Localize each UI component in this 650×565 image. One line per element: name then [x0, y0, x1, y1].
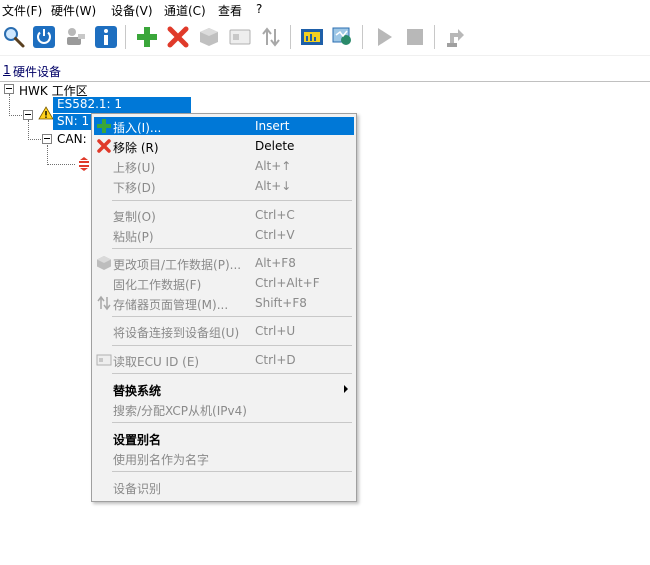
can-channel-icon — [79, 157, 89, 171]
menu-view[interactable]: 查看 — [218, 2, 242, 19]
id-card-icon[interactable] — [228, 25, 252, 49]
tab-label: 硬件设备 — [13, 65, 62, 79]
cube-icon — [97, 256, 111, 270]
toolbar — [0, 19, 650, 56]
menu-item-move-up[interactable]: 上移(U) Alt+↑ — [94, 157, 354, 175]
menu-separator — [112, 422, 352, 423]
menu-item-copy[interactable]: 复制(O) Ctrl+C — [94, 206, 354, 224]
device-scan-icon[interactable] — [331, 25, 355, 49]
menu-item-remove[interactable]: 移除 (R) Delete — [94, 137, 354, 155]
menu-item-change-project-data[interactable]: 更改项目/工作数据(P)... Alt+F8 — [94, 254, 354, 272]
menu-channel[interactable]: 通道(C) — [164, 2, 206, 19]
menu-item-connect-device-group[interactable]: 将设备连接到设备组(U) Ctrl+U — [94, 322, 354, 340]
collapse-toggle-root[interactable] — [4, 84, 14, 94]
settings-device-icon[interactable] — [444, 25, 468, 49]
up-down-icon — [97, 295, 111, 311]
menu-separator — [112, 373, 352, 374]
add-icon[interactable] — [135, 25, 159, 49]
collapse-toggle-can[interactable] — [42, 134, 52, 144]
menu-item-replace-system[interactable]: 替换系统 — [94, 380, 354, 398]
menu-item-memory-page-management[interactable]: 存储器页面管理(M)... Shift+F8 — [94, 294, 354, 312]
module-icon[interactable] — [197, 25, 221, 49]
menu-item-set-alias[interactable]: 设置别名 — [94, 429, 354, 447]
search-icon[interactable] — [2, 25, 26, 49]
menu-separator — [112, 248, 352, 249]
x-icon — [97, 139, 111, 153]
context-menu: 插入(I)... Insert 移除 (R) Delete 上移(U) Alt+… — [91, 113, 357, 502]
menu-item-search-assign-xcp[interactable]: 搜索/分配XCP从机(IPv4) — [94, 400, 354, 418]
menu-item-move-down[interactable]: 下移(D) Alt+↓ — [94, 177, 354, 195]
menu-separator — [112, 200, 352, 201]
menu-separator — [112, 316, 352, 317]
delete-icon[interactable] — [166, 25, 190, 49]
menu-item-read-ecu-id[interactable]: 读取ECU ID (E) Ctrl+D — [94, 351, 354, 369]
tree-node-can[interactable]: CAN: — [57, 132, 87, 146]
menu-item-use-alias-as-name[interactable]: 使用别名作为名字 — [94, 449, 354, 467]
tree-node-device[interactable]: ES582.1: 1 — [53, 97, 191, 113]
tab-hardware-devices[interactable]: 1 硬件设备 — [0, 61, 650, 82]
menu-device[interactable]: 设备(V) — [111, 2, 153, 19]
menu-bar: 文件(F) 硬件(W) 设备(V) 通道(C) 查看 ? — [0, 0, 650, 19]
stop-icon[interactable] — [403, 25, 427, 49]
power-icon[interactable] — [32, 25, 56, 49]
info-icon[interactable] — [94, 25, 118, 49]
plus-icon — [97, 119, 111, 133]
submenu-arrow-icon — [344, 385, 348, 393]
play-icon[interactable] — [372, 25, 396, 49]
menu-separator — [112, 471, 352, 472]
collapse-toggle-device[interactable] — [23, 110, 33, 120]
menu-help[interactable]: ? — [256, 2, 262, 16]
device-chart-icon[interactable] — [300, 25, 324, 49]
menu-hardware[interactable]: 硬件(W) — [51, 2, 96, 19]
menu-item-paste[interactable]: 粘贴(P) Ctrl+V — [94, 226, 354, 244]
menu-item-device-identification[interactable]: 设备识别 — [94, 478, 354, 496]
id-icon — [96, 354, 112, 366]
tree-node-sn[interactable]: SN: 1 — [53, 114, 96, 130]
warning-icon — [38, 106, 54, 120]
menu-item-insert[interactable]: 插入(I)... Insert — [94, 117, 354, 135]
network-icon[interactable] — [63, 25, 87, 49]
menu-item-freeze-work-data[interactable]: 固化工作数据(F) Ctrl+Alt+F — [94, 274, 354, 292]
up-down-icon[interactable] — [259, 25, 283, 49]
menu-file[interactable]: 文件(F) — [2, 2, 42, 19]
tab-number: 1 — [3, 63, 11, 77]
menu-separator — [112, 345, 352, 346]
